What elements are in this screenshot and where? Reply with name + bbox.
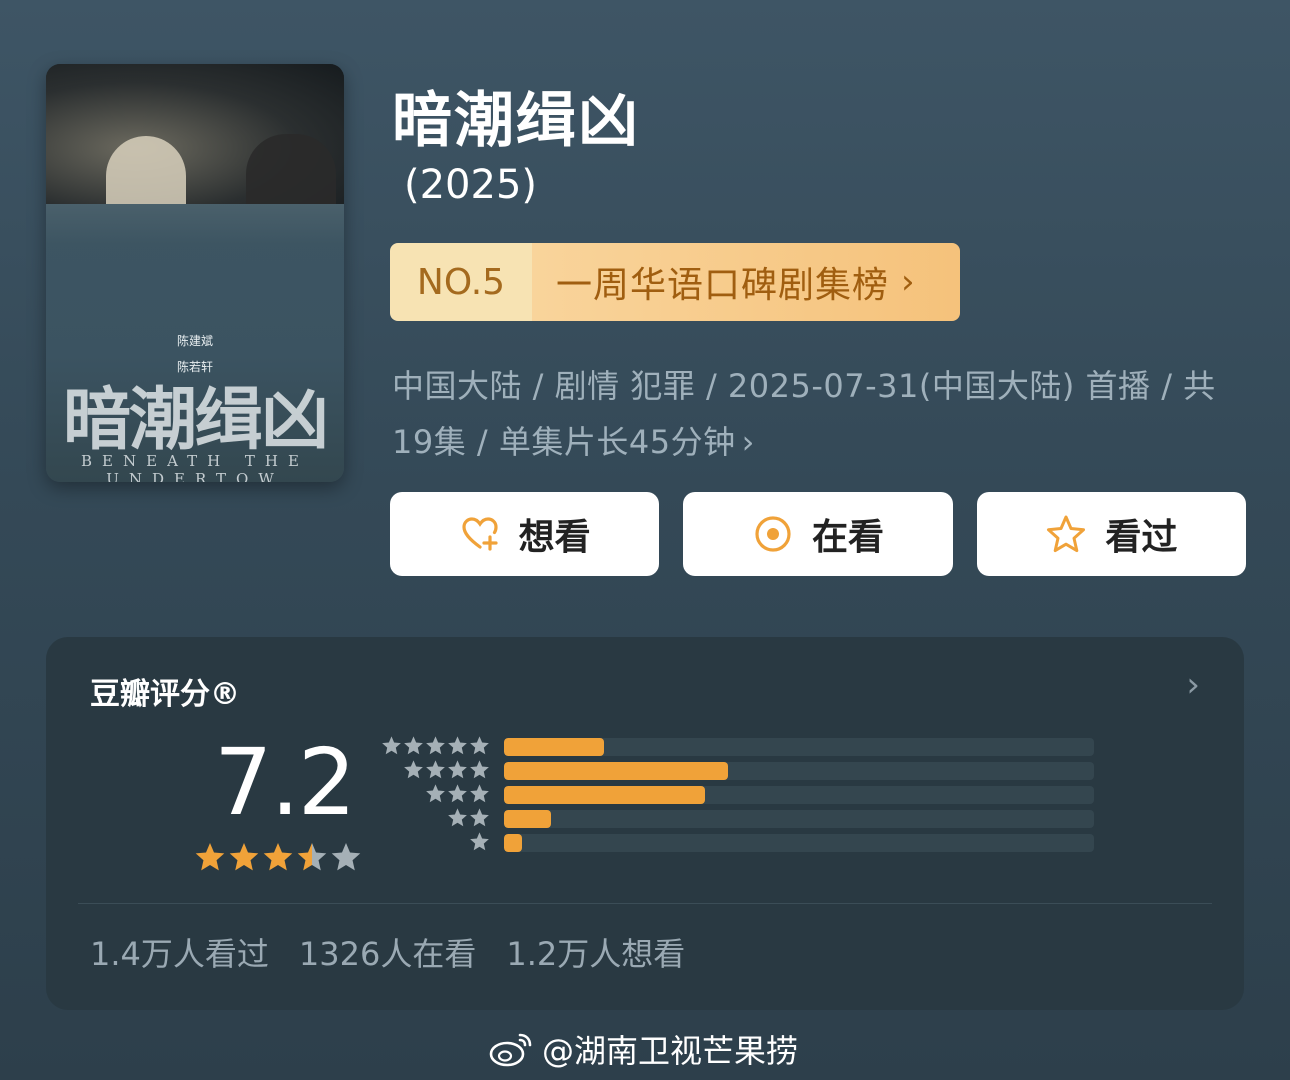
watched-button[interactable]: 看过 <box>976 492 1246 576</box>
distribution-bar-track <box>504 762 1094 780</box>
audience-stats: 1.4万人看过 1326人在看 1.2万人想看 <box>90 929 685 975</box>
ranking-badge[interactable]: NO.5 一周华语口碑剧集榜 › <box>390 243 960 321</box>
watermark-text: @湖南卫视芒果捞 <box>542 1032 799 1070</box>
star-outline-icon <box>1045 513 1087 555</box>
rating-title: 豆瓣评分® <box>90 677 240 712</box>
distribution-row <box>380 807 1094 831</box>
distribution-row <box>380 831 1094 855</box>
watching-button[interactable]: 在看 <box>683 492 953 576</box>
rank-list-name: 一周华语口碑剧集榜 › <box>532 243 960 321</box>
show-title: 暗潮缉凶 <box>392 86 640 156</box>
star-small-icon <box>469 759 490 784</box>
chevron-right-icon: › <box>901 262 916 302</box>
star-small-icon <box>469 831 490 856</box>
star-small-icon <box>425 783 446 808</box>
poster-hood <box>46 204 344 244</box>
weibo-icon <box>488 1029 534 1069</box>
distribution-stars <box>380 735 490 760</box>
star-filled-icon <box>194 841 226 877</box>
star-small-icon <box>447 735 468 760</box>
weibo-watermark: @湖南卫视芒果捞 <box>488 1026 798 1072</box>
star-small-icon <box>447 807 468 832</box>
distribution-row <box>380 735 1094 759</box>
show-year: (2025) <box>404 162 538 208</box>
distribution-stars <box>380 831 490 856</box>
star-small-icon <box>425 759 446 784</box>
distribution-bar-track <box>504 834 1094 852</box>
poster-image[interactable]: 陈建斌 陈若轩 暗潮缉凶 BENEATH THE UNDERTOW <box>46 64 344 482</box>
rating-score: 7.2 <box>214 729 356 836</box>
star-small-icon <box>403 735 424 760</box>
chevron-right-icon: › <box>1186 665 1200 705</box>
distribution-bar <box>504 834 522 852</box>
star-filled-icon <box>228 841 260 877</box>
meta-text: 中国大陆 / 剧情 犯罪 / 2025-07-31(中国大陆) 首播 / 共19… <box>392 367 1216 461</box>
show-meta-info[interactable]: 中国大陆 / 剧情 犯罪 / 2025-07-31(中国大陆) 首播 / 共19… <box>392 358 1252 470</box>
star-filled-icon <box>262 841 294 877</box>
poster-en-title: BENEATH THE UNDERTOW <box>81 452 309 482</box>
rating-distribution <box>380 735 1094 855</box>
heart-plus-icon <box>459 513 501 555</box>
star-half-icon <box>296 841 328 877</box>
distribution-bar <box>504 738 605 756</box>
star-small-icon <box>425 735 446 760</box>
rating-stars <box>194 841 362 877</box>
distribution-bar-track <box>504 810 1094 828</box>
star-small-icon <box>469 783 490 808</box>
distribution-bar <box>504 762 729 780</box>
distribution-row <box>380 783 1094 807</box>
star-small-icon <box>469 735 490 760</box>
want-to-watch-label: 想看 <box>518 517 591 558</box>
distribution-bar <box>504 810 552 828</box>
rank-list-label: 一周华语口碑剧集榜 <box>556 265 890 306</box>
poster-title-art: 暗潮缉凶 <box>62 380 329 460</box>
card-divider <box>78 903 1212 904</box>
star-small-icon <box>447 783 468 808</box>
want-to-watch-button[interactable]: 想看 <box>390 492 660 576</box>
star-empty-icon <box>330 841 362 877</box>
distribution-bar-track <box>504 738 1094 756</box>
target-icon <box>752 513 794 555</box>
distribution-stars <box>380 783 490 808</box>
star-small-icon <box>403 759 424 784</box>
distribution-row <box>380 759 1094 783</box>
distribution-bar <box>504 786 705 804</box>
distribution-stars <box>380 759 490 784</box>
action-buttons: 想看 在看 看过 <box>390 492 1246 576</box>
poster-cast-1: 陈建斌 <box>176 334 213 348</box>
distribution-stars <box>380 807 490 832</box>
star-small-icon <box>447 759 468 784</box>
watched-count: 1.4万人看过 <box>90 935 269 973</box>
watching-count: 1326人在看 <box>298 935 477 973</box>
star-small-icon <box>469 807 490 832</box>
chevron-right-icon: › <box>741 423 755 461</box>
watching-label: 在看 <box>811 517 884 558</box>
star-small-icon <box>381 735 402 760</box>
douban-rating-card[interactable]: 豆瓣评分® › 7.2 1.4万人看过 1326人在看 1.2万人想看 <box>46 637 1244 1010</box>
rank-number: NO.5 <box>390 243 532 321</box>
distribution-bar-track <box>504 786 1094 804</box>
watched-label: 看过 <box>1105 517 1178 558</box>
want-count: 1.2万人想看 <box>506 935 686 973</box>
